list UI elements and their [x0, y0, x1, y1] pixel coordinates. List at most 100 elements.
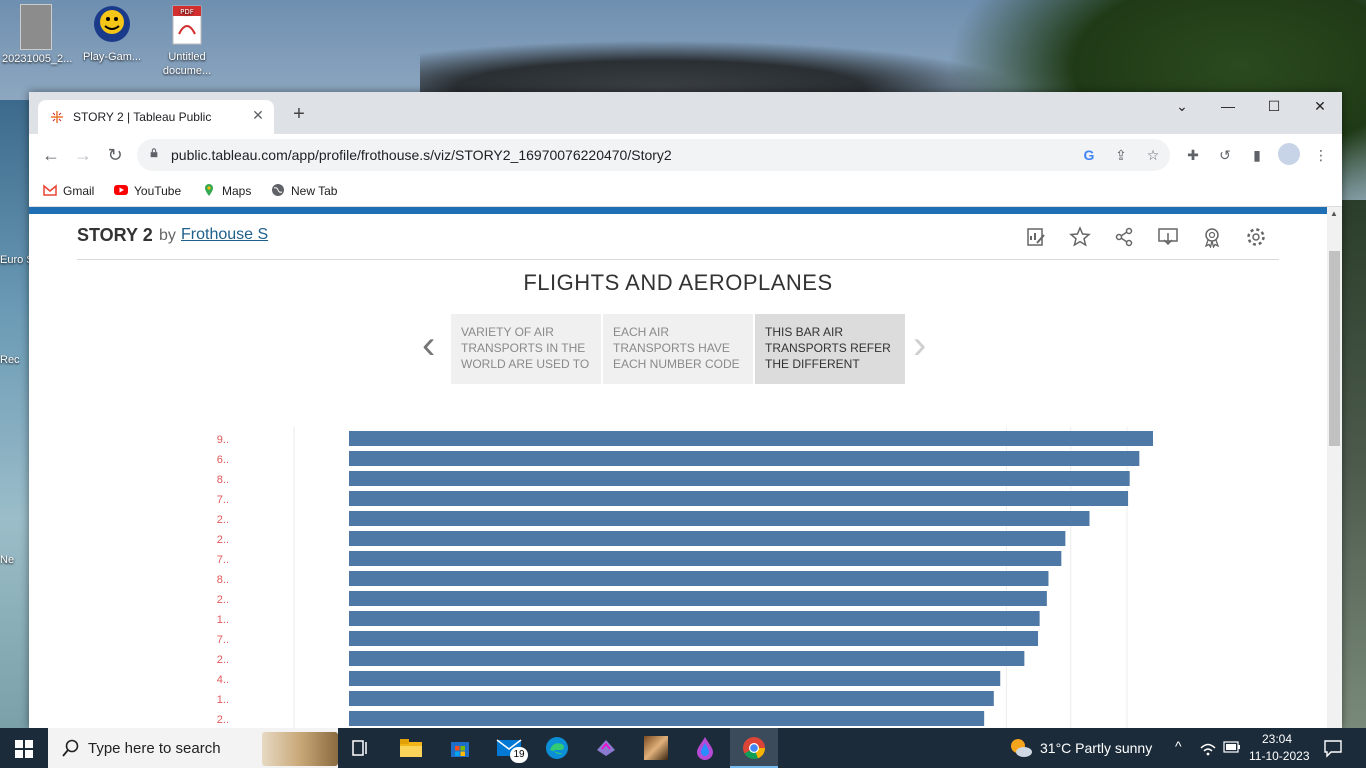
desktop-icon-label: 20231005_2... [2, 53, 73, 65]
bar[interactable] [349, 571, 1049, 586]
desktop-side-label[interactable]: Rec [0, 354, 29, 366]
bookmark-gmail[interactable]: Gmail [43, 183, 94, 199]
menu-icon[interactable]: ⋮ [1309, 143, 1333, 167]
chrome-taskbar-button[interactable] [730, 728, 778, 768]
app-icon-game[interactable] [644, 736, 668, 760]
weather-partly-sunny-icon[interactable] [1008, 735, 1034, 761]
bar[interactable] [349, 591, 1047, 606]
play-games-icon [92, 4, 132, 48]
task-view-icon[interactable] [351, 739, 371, 757]
download-icon[interactable] [1157, 226, 1179, 248]
edge-icon[interactable] [545, 736, 569, 760]
battery-icon[interactable] [1223, 741, 1241, 753]
app-icon-rocket[interactable] [594, 736, 618, 760]
bookmark-label: Maps [222, 184, 252, 198]
minimize-button[interactable]: — [1205, 92, 1251, 120]
bar-category-label: 2.. [217, 534, 229, 546]
next-story-point-arrow[interactable]: › [913, 325, 926, 365]
badge-icon[interactable] [1201, 226, 1223, 248]
address-bar[interactable]: public.tableau.com/app/profile/frothouse… [137, 139, 1170, 171]
windows-start-icon[interactable] [15, 740, 33, 758]
bookmark-label: YouTube [134, 184, 182, 198]
paint-drop-icon[interactable] [694, 735, 716, 761]
story-title: FLIGHTS AND AEROPLANES [523, 270, 833, 295]
viz-header: STORY 2 by Frothouse S [77, 221, 1279, 260]
share-icon[interactable] [1113, 226, 1135, 248]
google-icon[interactable]: G [1079, 145, 1099, 165]
reload-button[interactable]: ↻ [102, 142, 128, 168]
author-link[interactable]: Frothouse S [181, 226, 268, 244]
file-explorer-icon[interactable] [399, 737, 423, 759]
page-scrollbar[interactable]: ▲ [1327, 207, 1342, 728]
scrollbar-thumb[interactable] [1329, 251, 1340, 446]
pdf-file-icon: PDF [167, 4, 207, 48]
sync-icon[interactable]: ↺ [1213, 143, 1237, 167]
extensions-icon[interactable]: ✚ [1181, 143, 1205, 167]
desktop-side-label[interactable]: Euro Sim [0, 254, 29, 266]
share-icon[interactable]: ⇪ [1111, 145, 1131, 165]
bookmark-maps[interactable]: Maps [202, 183, 251, 199]
desktop-icon-pdf[interactable]: PDF Untitled docume... [153, 4, 221, 78]
side-panel-icon[interactable]: ▮ [1245, 143, 1269, 167]
taskbar-search-box[interactable]: Type here to search [48, 728, 338, 768]
forward-button[interactable]: → [70, 142, 96, 168]
bar-category-label: 1.. [217, 614, 229, 626]
browser-tab[interactable]: STORY 2 | Tableau Public ✕ [38, 100, 274, 134]
desktop-icon-label: Play-Gam... [82, 51, 142, 63]
bar-chart: 9.. 6.. 8.. 7.. 2.. 2.. 7.. 8.. 2.. 1.. 7.. 2.. 4.. 1… [179, 422, 1169, 728]
close-tab-icon[interactable]: ✕ [250, 107, 266, 124]
viz-by-label: by [159, 227, 176, 244]
bookmark-label: Gmail [63, 184, 95, 198]
back-button[interactable]: ← [38, 142, 64, 168]
mail-badge: 19 [510, 747, 528, 763]
url-text: public.tableau.com/app/profile/frothouse… [171, 147, 672, 163]
mail-app[interactable]: 19 [496, 736, 530, 764]
new-tab-button[interactable]: + [288, 104, 310, 124]
tab-search-icon[interactable]: ⌄ [1159, 92, 1205, 120]
bar[interactable] [349, 551, 1062, 566]
bar[interactable] [349, 531, 1066, 546]
bar[interactable] [349, 451, 1140, 466]
bar[interactable] [349, 651, 1025, 666]
bar[interactable] [349, 511, 1090, 526]
browser-window: STORY 2 | Tableau Public ✕ + ⌄ — ☐ ✕ ← →… [29, 92, 1342, 728]
wifi-icon[interactable] [1199, 740, 1217, 756]
microsoft-store-icon[interactable] [449, 737, 471, 759]
bar-category-label: 8.. [217, 574, 229, 586]
tableau-header-bar [29, 207, 1327, 214]
desktop-icon-play-games[interactable]: Play-Gam... [78, 4, 146, 64]
favorite-star-icon[interactable] [1069, 226, 1091, 248]
settings-gear-icon[interactable] [1245, 226, 1267, 248]
bookmark-star-icon[interactable]: ☆ [1143, 145, 1163, 165]
bar[interactable] [349, 711, 985, 726]
scroll-up-arrow[interactable]: ▲ [1330, 209, 1338, 218]
clock-date[interactable]: 11-10-2023 [1249, 749, 1310, 763]
profile-avatar[interactable] [1278, 143, 1300, 165]
notifications-icon[interactable] [1323, 738, 1343, 758]
bar-category-label: 7.. [217, 494, 229, 506]
bar[interactable] [349, 431, 1153, 446]
story-point-2[interactable]: EACH AIR TRANSPORTS HAVE EACH NUMBER COD… [603, 314, 753, 384]
maximize-button[interactable]: ☐ [1251, 92, 1297, 120]
story-point-3[interactable]: THIS BAR AIR TRANSPORTS REFER THE DIFFER… [755, 314, 905, 384]
bar[interactable] [349, 691, 994, 706]
edit-viz-icon[interactable] [1025, 226, 1047, 248]
bar[interactable] [349, 671, 1001, 686]
bar[interactable] [349, 611, 1040, 626]
title-bar: STORY 2 | Tableau Public ✕ + ⌄ — ☐ ✕ [29, 92, 1342, 134]
desktop-side-label[interactable]: Ne [0, 554, 29, 566]
weather-text[interactable]: 31°C Partly sunny [1040, 740, 1152, 756]
story-point-1[interactable]: VARIETY OF AIR TRANSPORTS IN THE WORLD A… [451, 314, 601, 384]
bar[interactable] [349, 491, 1129, 506]
close-window-button[interactable]: ✕ [1297, 92, 1342, 120]
search-placeholder: Type here to search [88, 740, 221, 757]
bookmark-new-tab[interactable]: New Tab [271, 183, 337, 199]
show-hidden-icons-chevron-icon[interactable]: ^ [1175, 738, 1182, 754]
bookmark-youtube[interactable]: YouTube [114, 183, 181, 199]
clock-time[interactable]: 23:04 [1262, 732, 1292, 746]
bar[interactable] [349, 631, 1039, 646]
desktop-icon-image-file[interactable]: 20231005_2... [2, 4, 73, 66]
bar[interactable] [349, 471, 1130, 486]
bar-category-label: 4.. [217, 674, 229, 686]
search-highlight-image [262, 732, 338, 766]
